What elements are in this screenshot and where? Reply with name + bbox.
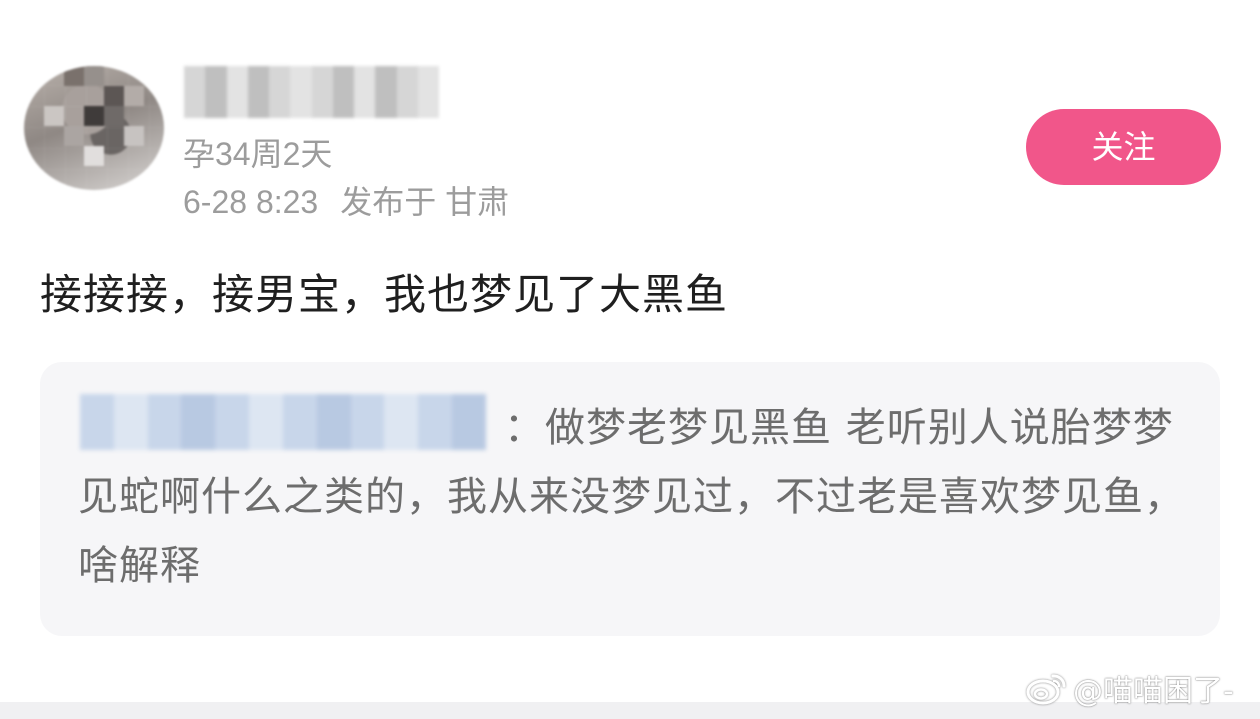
- post-screen: 孕34周2天 6-28 8:23 发布于 甘肃 关注 接接接，接男宝，我也梦见了大…: [0, 0, 1260, 719]
- username-redacted: [184, 66, 439, 118]
- quoted-post-card[interactable]: ：做梦老梦见黑鱼 老听别人说胎梦梦见蛇啊什么之类的，我从来没梦见过，不过老是喜欢…: [40, 362, 1220, 636]
- weibo-icon: [1026, 674, 1066, 705]
- follow-button[interactable]: 关注: [1026, 109, 1221, 185]
- watermark: @喵喵困了-: [1025, 666, 1234, 710]
- avatar[interactable]: [24, 66, 164, 190]
- quoted-text: ：做梦老梦见黑鱼 老听别人说胎梦梦见蛇啊什么之类的，我从来没梦见过，不过老是喜欢…: [78, 394, 1188, 601]
- post-content: 接接接，接男宝，我也梦见了大黑鱼: [40, 270, 729, 319]
- post-meta: 6-28 8:23 发布于 甘肃: [183, 182, 509, 222]
- watermark-text: @喵喵困了-: [1073, 674, 1234, 709]
- quoted-text-content: ：做梦老梦见黑鱼 老听别人说胎梦梦见蛇啊什么之类的，我从来没梦见过，不过老是喜欢…: [78, 405, 1185, 589]
- post-time: 6-28 8:23: [183, 184, 319, 220]
- pregnancy-week: 孕34周2天: [183, 136, 333, 172]
- post-location: 发布于 甘肃: [340, 184, 510, 220]
